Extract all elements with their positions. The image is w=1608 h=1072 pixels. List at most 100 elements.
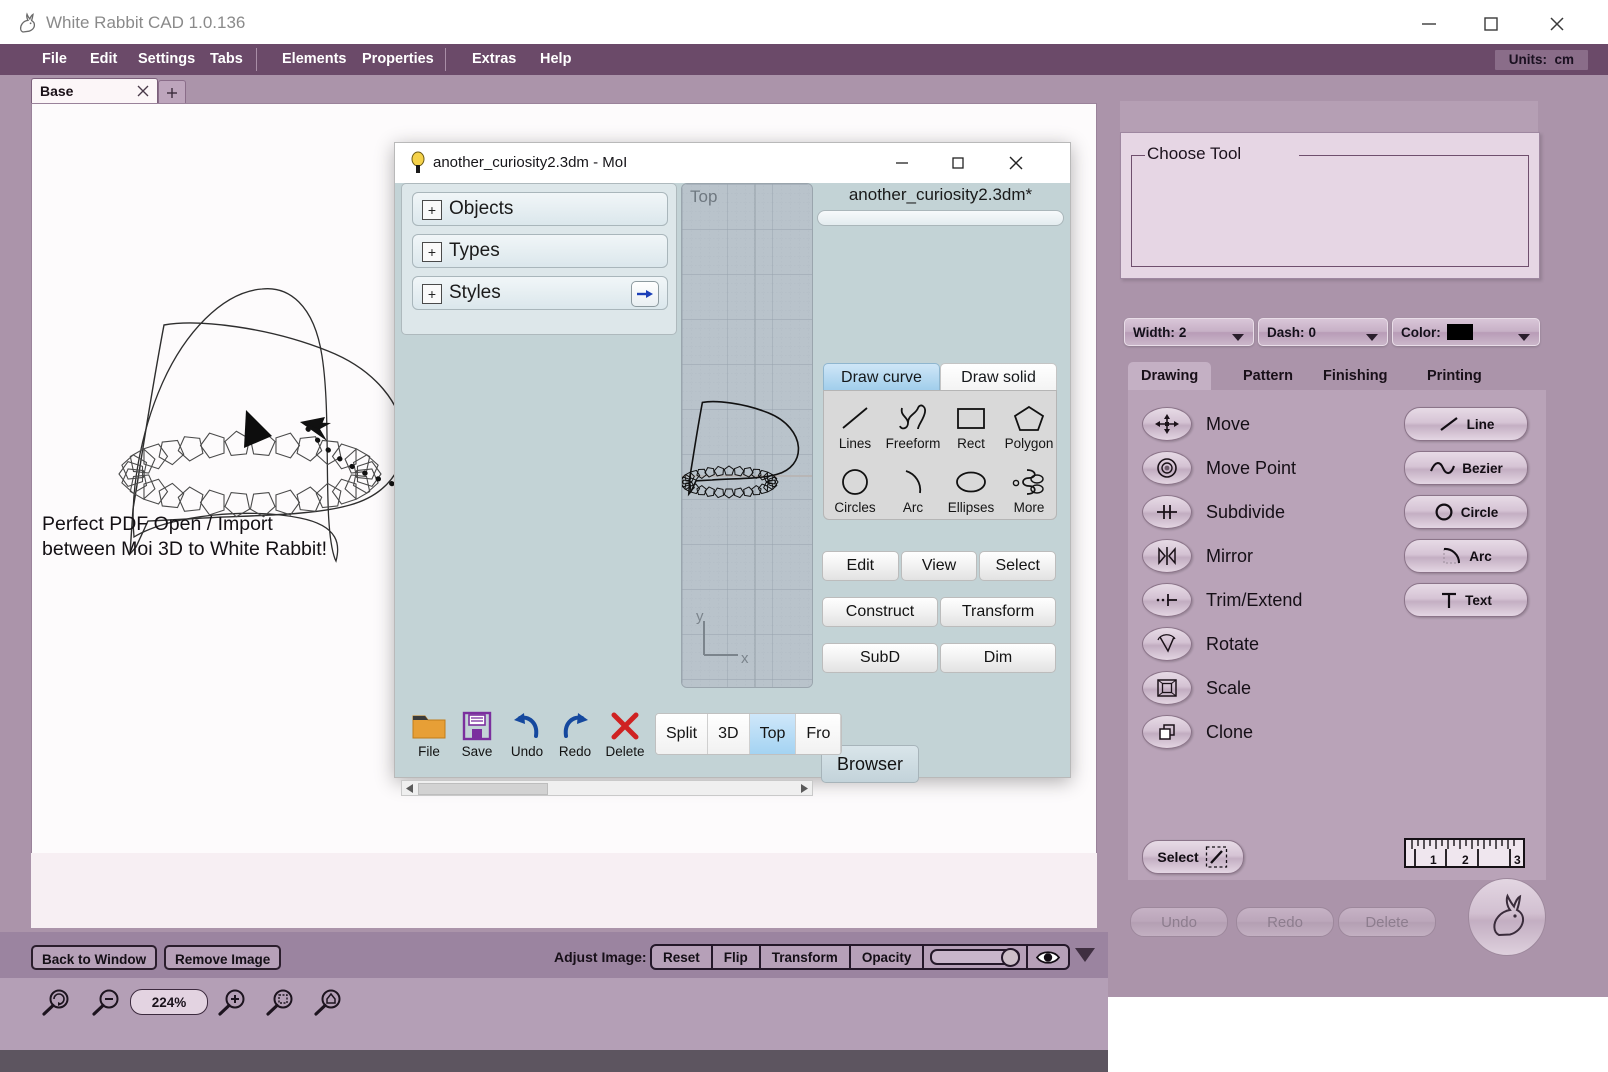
view-3d[interactable]: 3D [708, 714, 750, 754]
menu-item-tabs[interactable]: Tabs [200, 44, 253, 75]
tab-printing[interactable]: Printing [1414, 362, 1495, 390]
menu-item-help[interactable]: Help [530, 44, 581, 75]
view-split[interactable]: Split [656, 714, 709, 754]
draw-tool-polygon[interactable]: Polygon [1000, 393, 1058, 455]
zoom-out-icon[interactable] [90, 988, 124, 1021]
opacity-slider-handle[interactable] [1001, 948, 1021, 967]
accordion-objects[interactable]: + Objects [412, 192, 668, 226]
minimize-icon[interactable] [1400, 0, 1458, 48]
tab-draw-solid[interactable]: Draw solid [940, 363, 1057, 391]
menu-bar: File Edit Settings Tabs Elements Propert… [0, 44, 1608, 75]
tab-drawing[interactable]: Drawing [1128, 362, 1212, 390]
moi-menu-subd[interactable]: SubD [822, 643, 938, 673]
menu-item-settings[interactable]: Settings [128, 44, 205, 75]
moi-menu-transform[interactable]: Transform [940, 597, 1056, 627]
ruler-icon[interactable]: 1 2 3 [1404, 835, 1526, 873]
menu-item-file[interactable]: File [32, 44, 77, 75]
scroll-left-icon[interactable] [404, 783, 416, 794]
zoom-to-fit-icon[interactable] [312, 988, 346, 1021]
draw-tool-freeform[interactable]: Freeform [884, 393, 942, 455]
expand-icon[interactable]: + [422, 200, 442, 220]
arrow-right-icon[interactable] [631, 281, 659, 307]
menu-item-edit[interactable]: Edit [80, 44, 127, 75]
zoom-to-selection-icon[interactable] [264, 988, 298, 1021]
triangle-down-icon[interactable] [1074, 946, 1096, 969]
tool-mirror[interactable]: Mirror [1142, 539, 1253, 573]
tool-clone[interactable]: Clone [1142, 715, 1253, 749]
opacity-slider[interactable] [924, 946, 1029, 968]
zoom-in-icon[interactable] [216, 988, 250, 1021]
reset-button[interactable]: Reset [652, 946, 713, 968]
close-icon[interactable] [1528, 0, 1586, 48]
tool-move[interactable]: Move [1142, 407, 1250, 441]
delete-button[interactable]: Delete [1338, 907, 1436, 937]
moi-menu-select[interactable]: Select [979, 551, 1057, 581]
dash-dropdown[interactable]: Dash: 0 [1258, 318, 1388, 346]
zoom-reset-icon[interactable] [40, 988, 74, 1021]
moi-view-selector[interactable]: Split 3D Top Fro [655, 713, 843, 755]
moi-menu-row-3: SubD Dim [821, 643, 1057, 673]
moi-menu-edit[interactable]: Edit [822, 551, 899, 581]
accordion-styles[interactable]: + Styles [412, 276, 668, 310]
moi-delete-button[interactable]: Delete [597, 710, 653, 759]
close-icon[interactable] [988, 143, 1044, 183]
moi-dialog[interactable]: another_curiosity2.3dm - MoI + Objects + [394, 142, 1071, 796]
view-top[interactable]: Top [749, 714, 797, 754]
draw-tool-lines[interactable]: Lines [826, 393, 884, 455]
tool-trim-extend[interactable]: Trim/Extend [1142, 583, 1302, 617]
eye-icon[interactable] [1028, 946, 1068, 968]
shape-bezier-button[interactable]: Bezier [1404, 451, 1528, 485]
maximize-icon[interactable] [1462, 0, 1520, 48]
draw-tool-ellipses[interactable]: Ellipses [942, 457, 1000, 519]
view-front[interactable]: Fro [796, 714, 842, 754]
add-tab-button[interactable] [158, 80, 186, 105]
accordion-types[interactable]: + Types [412, 234, 668, 268]
zoom-level-value[interactable]: 224% [130, 989, 208, 1015]
menu-item-properties[interactable]: Properties [352, 44, 444, 75]
expand-icon[interactable]: + [422, 242, 442, 262]
draw-tool-more[interactable]: More [1000, 457, 1058, 519]
back-to-window-button[interactable]: Back to Window [31, 945, 158, 970]
scroll-right-icon[interactable] [798, 783, 810, 794]
shape-line-button[interactable]: Line [1404, 407, 1528, 441]
undo-button[interactable]: Undo [1130, 907, 1228, 937]
moi-menu-view[interactable]: View [900, 551, 978, 581]
draw-tool-rect[interactable]: Rect [942, 393, 1000, 455]
redo-button[interactable]: Redo [1236, 907, 1334, 937]
tool-scale[interactable]: Scale [1142, 671, 1251, 705]
moi-viewport-top[interactable]: Top y x [681, 183, 813, 688]
tab-finishing[interactable]: Finishing [1310, 362, 1400, 390]
tool-rotate[interactable]: Rotate [1142, 627, 1259, 661]
menu-item-elements[interactable]: Elements [272, 44, 356, 75]
remove-image-button[interactable]: Remove Image [164, 945, 282, 970]
scrollbar-thumb[interactable] [418, 783, 548, 795]
tab-draw-curve[interactable]: Draw curve [823, 363, 940, 391]
close-icon[interactable] [135, 82, 151, 100]
expand-icon[interactable]: + [422, 284, 442, 304]
shape-circle-button[interactable]: Circle [1404, 495, 1528, 529]
tab-pattern[interactable]: Pattern [1230, 362, 1306, 390]
moi-save-button[interactable]: Save [449, 710, 505, 759]
shape-arc-button[interactable]: Arc [1404, 539, 1528, 573]
flip-button[interactable]: Flip [713, 946, 761, 968]
moi-redo-button[interactable]: Redo [547, 710, 603, 759]
draw-tool-circles[interactable]: Circles [826, 457, 884, 519]
document-tab-base[interactable]: Base [31, 78, 158, 105]
tool-move-point[interactable]: Move Point [1142, 451, 1296, 485]
shape-text-button[interactable]: Text [1404, 583, 1528, 617]
minimize-icon[interactable] [874, 143, 930, 183]
units-indicator[interactable]: Units: cm [1494, 50, 1588, 70]
draw-tool-arc[interactable]: Arc [884, 457, 942, 519]
color-dropdown[interactable]: Color: [1392, 318, 1540, 346]
select-button[interactable]: Select [1142, 840, 1244, 874]
tool-subdivide[interactable]: Subdivide [1142, 495, 1285, 529]
menu-item-extras[interactable]: Extras [462, 44, 526, 75]
moi-menu-construct[interactable]: Construct [822, 597, 938, 627]
draw-tool-label: Rect [957, 436, 985, 451]
maximize-icon[interactable] [930, 143, 986, 183]
width-dropdown[interactable]: Width: 2 [1124, 318, 1254, 346]
rabbit-logo-icon[interactable] [1468, 878, 1546, 956]
transform-button[interactable]: Transform [761, 946, 851, 968]
moi-horizontal-scrollbar[interactable] [401, 780, 813, 796]
moi-menu-dim[interactable]: Dim [940, 643, 1056, 673]
